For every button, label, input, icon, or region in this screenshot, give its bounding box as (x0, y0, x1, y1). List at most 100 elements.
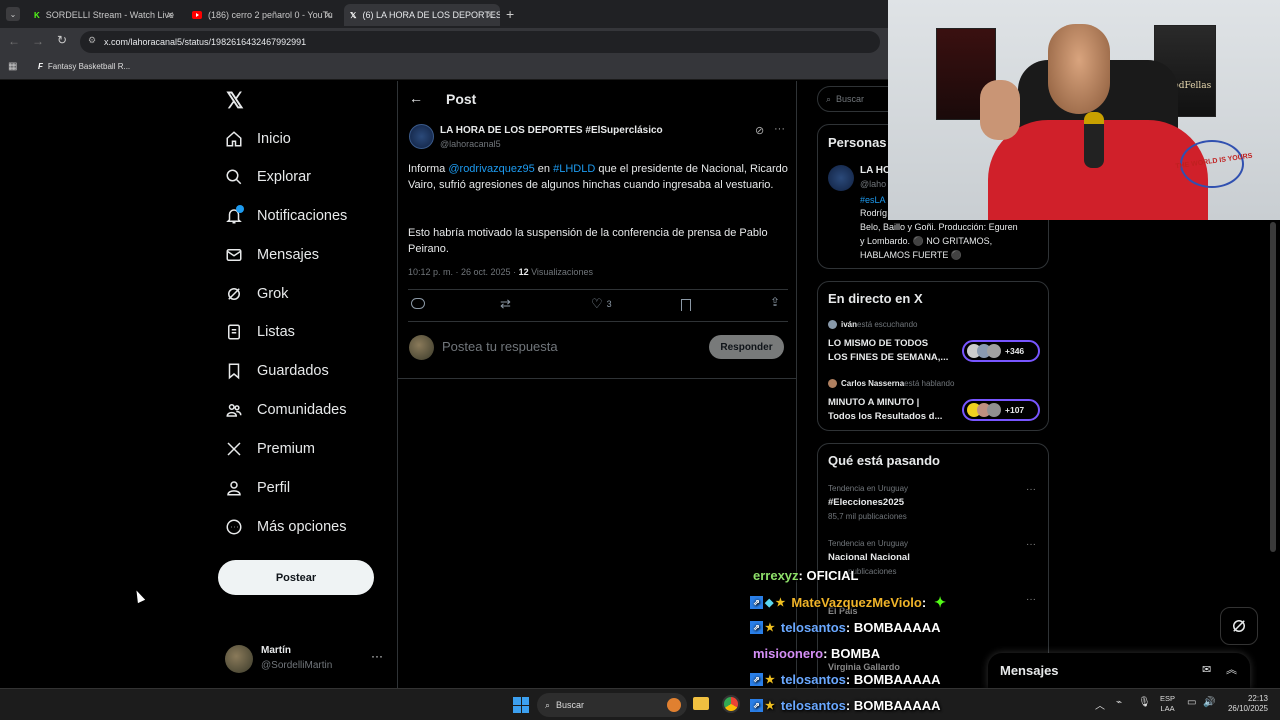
x-logo-icon[interactable]: 𝕏 (226, 88, 244, 114)
taskbar-search[interactable]: ⌕ Buscar (537, 693, 687, 717)
wall-sign: THE WORLD IS YOURS (1175, 140, 1253, 188)
clock[interactable]: 22:13 26/10/2025 (1222, 694, 1268, 714)
post-text: Informa @rodrivazquez95 en #LHDLD que el… (408, 161, 788, 193)
person-icon (227, 481, 241, 496)
like-button[interactable]: ♡ 3 (591, 296, 612, 312)
expand-icon[interactable]: ︽ (1226, 661, 1237, 677)
sidebar-item-grok[interactable]: Grok (225, 279, 288, 309)
more-icon[interactable]: ··· (1026, 594, 1036, 605)
sidebar-item-label: Guardados (257, 363, 329, 379)
chat-username: misioonero (753, 646, 824, 661)
person-name[interactable]: LA HO (860, 165, 891, 176)
hashtag-link[interactable]: #LHDLD (553, 163, 595, 175)
mention-link[interactable]: @rodrivazquez95 (448, 163, 534, 175)
host-avatar (828, 379, 837, 388)
sidebar-item-mensajes[interactable]: Mensajes (225, 240, 319, 270)
close-icon[interactable]: ✕ (324, 10, 332, 21)
bookmark-item[interactable]: F Fantasy Basketball R... (38, 62, 130, 71)
author-name[interactable]: LA HORA DE LOS DEPORTES #ElSuperclásico (440, 125, 663, 136)
space-title: LOS FINES DE SEMANA,... (828, 352, 949, 363)
space-item[interactable]: Carlos Nasserna está hablando MINUTO A M… (828, 379, 1040, 429)
file-explorer-icon[interactable] (693, 697, 709, 710)
badge-icon: ⇗ (750, 673, 763, 686)
author-avatar[interactable] (409, 124, 434, 149)
person-bio: Belo, Baillo y Goñi. Producción: Eguren (860, 222, 1018, 232)
sidebar-item-premium[interactable]: Premium (225, 434, 315, 464)
sidebar-item-comunidades[interactable]: Comunidades (225, 395, 346, 425)
divider (398, 378, 796, 379)
space-item[interactable]: iván está escuchando LO MISMO DE TODOS L… (828, 320, 1040, 370)
person-head (1048, 24, 1110, 114)
close-icon[interactable]: ✕ (166, 10, 174, 21)
reply-button[interactable]: Responder (709, 335, 784, 359)
apps-icon[interactable]: ▦ (8, 61, 17, 72)
person-avatar[interactable] (828, 165, 854, 191)
sidebar-item-label: Mensajes (257, 247, 320, 263)
communities-icon (226, 404, 242, 417)
scrollbar[interactable] (1270, 222, 1276, 552)
tab-youtube[interactable]: (186) cerro 2 peñarol 0 - YouTu ✕ (186, 4, 338, 26)
tab-kick[interactable]: K SORDELLI Stream - Watch Live ✕ (28, 4, 180, 26)
sidebar-item-inicio[interactable]: Inicio (225, 124, 291, 154)
clock-time: 22:13 (1247, 694, 1268, 703)
volume-icon[interactable]: 🔊 (1203, 697, 1215, 708)
microphone (1084, 112, 1104, 168)
chat-username: MateVazquezMeViolo (791, 595, 922, 610)
messages-drawer[interactable]: Mensajes ✉ ︽ (988, 653, 1250, 689)
language-indicator[interactable]: ESP LAA (1160, 694, 1175, 714)
page-title: Post (446, 91, 477, 107)
mic-icon[interactable]: 🎙 (1138, 697, 1151, 708)
trend-item[interactable]: Tendencia en Uruguay Nacional Nacional p… (828, 539, 1040, 583)
windows-start-icon[interactable] (513, 697, 529, 713)
widget-icon (667, 698, 681, 712)
close-icon[interactable]: ✕ (486, 10, 494, 21)
sidebar-item-perfil[interactable]: Perfil (225, 473, 290, 503)
trend-posts: 85,7 mil publicaciones (828, 512, 907, 521)
star-icon: ★ (765, 622, 775, 634)
tab-x-post[interactable]: 𝕏 (6) LA HORA DE LOS DEPORTES ✕ (344, 4, 500, 26)
chrome-icon[interactable] (722, 695, 740, 713)
new-message-icon[interactable]: ✉ (1202, 663, 1211, 676)
reload-icon[interactable]: ↻ (57, 33, 67, 47)
share-icon[interactable]: ⇪ (770, 295, 780, 309)
grok-icon (1233, 620, 1245, 632)
sidebar-item-listas[interactable]: Listas (225, 317, 295, 347)
tab-list-button[interactable]: ⌄ (6, 7, 20, 21)
reply-icon[interactable] (411, 298, 425, 309)
host-line: Carlos Nasserna está hablando (828, 379, 954, 388)
notification-badge (236, 205, 244, 213)
account-switcher[interactable]: Martín @SordelliMartin ··· (225, 643, 385, 675)
more-icon[interactable]: ··· (1026, 484, 1036, 495)
network-icon[interactable]: ⌁ (1116, 697, 1122, 708)
host-line: iván está escuchando (828, 320, 918, 329)
person-hashtag[interactable]: #esLA (860, 195, 886, 205)
more-icon[interactable]: ··· (774, 123, 785, 135)
tray-expand-icon[interactable]: ︿ (1095, 697, 1105, 712)
more-icon[interactable]: ··· (371, 649, 383, 663)
display-icon[interactable]: ▭ (1187, 697, 1196, 708)
grok-icon[interactable]: ⊘ (755, 124, 764, 137)
reply-input[interactable]: Postea tu respuesta (442, 339, 692, 354)
new-tab-button[interactable]: + (506, 6, 514, 22)
bookmark-icon[interactable] (681, 299, 691, 311)
sidebar-item-mas-opciones[interactable]: Más opciones (225, 512, 346, 542)
post-button[interactable]: Postear (218, 560, 374, 595)
sidebar-item-guardados[interactable]: Guardados (225, 356, 329, 386)
sidebar-item-explorar[interactable]: Explorar (225, 162, 311, 192)
back-arrow-icon[interactable]: ← (409, 90, 423, 106)
author-handle[interactable]: @lahoracanal5 (440, 139, 501, 149)
listener-avatar (987, 344, 1001, 358)
host-avatar (828, 320, 837, 329)
sidebar-item-notificaciones[interactable]: Notificaciones (225, 201, 347, 231)
repost-icon[interactable]: ⇄ (500, 296, 511, 312)
post-timestamp[interactable]: 10:12 p. m. · 26 oct. 2025 · (408, 267, 519, 277)
windows-taskbar: ⌕ Buscar ︿ ⌁ 🎙 ESP LAA ▭ 🔊 22:13 26/10/2… (0, 688, 1280, 720)
trend-item[interactable]: Tendencia en Uruguay #Elecciones2025 85,… (828, 484, 1040, 528)
back-icon[interactable]: ← (8, 34, 20, 48)
sidebar-item-label: Inicio (257, 131, 291, 147)
grok-button[interactable] (1220, 607, 1258, 645)
more-icon[interactable]: ··· (1026, 539, 1036, 550)
forward-icon[interactable]: → (32, 34, 44, 48)
site-info-icon[interactable]: ⚙ (88, 35, 96, 46)
url-field[interactable]: ⚙ x.com/lahoracanal5/status/198261643246… (80, 31, 880, 53)
